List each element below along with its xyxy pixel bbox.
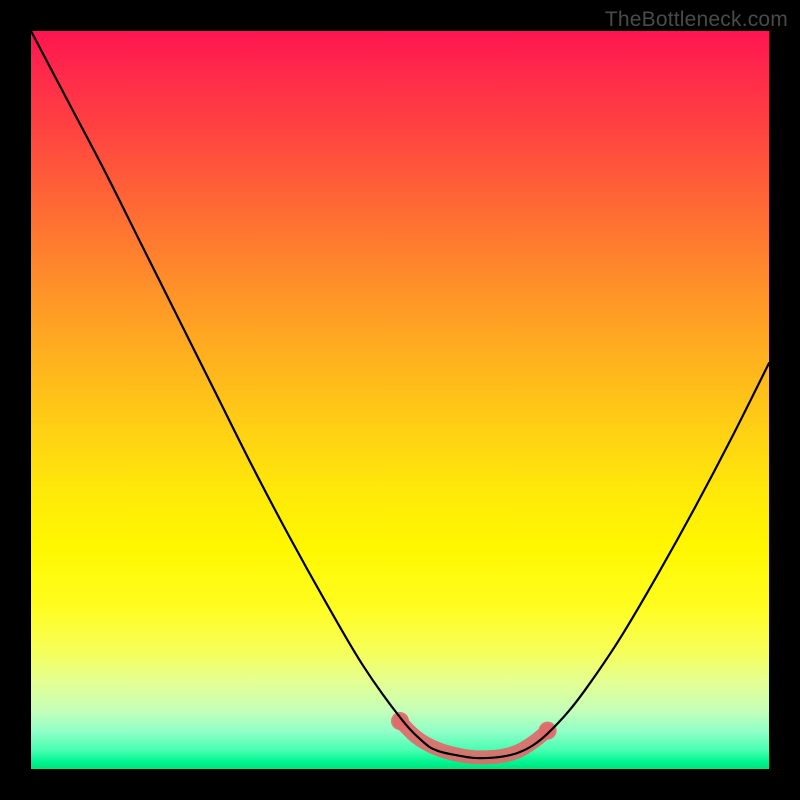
- watermark-text: TheBottleneck.com: [605, 8, 788, 32]
- plot-background: [31, 31, 769, 769]
- chart-frame: TheBottleneck.com: [0, 0, 800, 800]
